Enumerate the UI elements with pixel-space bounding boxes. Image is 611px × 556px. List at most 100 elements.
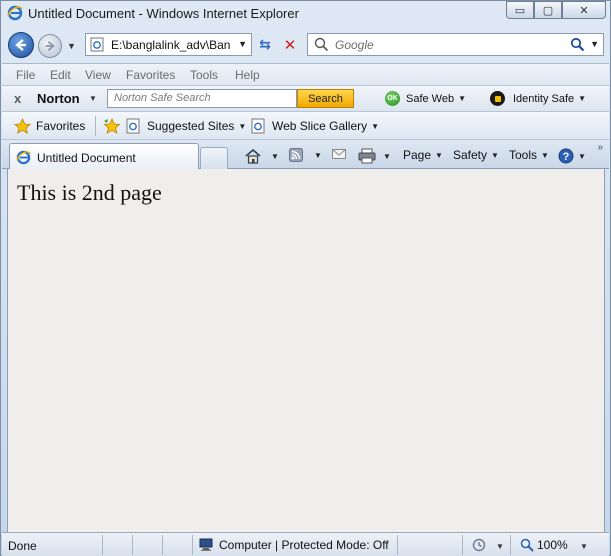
popup-blocker-button[interactable] <box>471 538 487 552</box>
read-mail-button[interactable] <box>332 148 346 160</box>
chevron-down-icon: ▼ <box>238 121 247 131</box>
new-tab-button[interactable] <box>200 147 228 170</box>
safety-menu-label: Safety <box>453 148 488 162</box>
zoom-icon <box>520 538 534 552</box>
zoom-dropdown[interactable]: ▼ <box>580 542 588 551</box>
web-slice-gallery-label: Web Slice Gallery <box>272 119 368 133</box>
chevron-down-icon: ▼ <box>271 152 279 161</box>
tools-menu-button[interactable]: Tools ▼ <box>509 148 549 162</box>
svg-text:?: ? <box>563 151 570 163</box>
tab-label: Untitled Document <box>37 151 136 165</box>
identity-safe-button[interactable]: Identity Safe ▼ <box>490 91 586 106</box>
address-dropdown[interactable]: ▼ <box>238 39 247 49</box>
page-icon <box>126 118 140 134</box>
chevron-down-icon: ▼ <box>578 94 587 103</box>
back-button[interactable] <box>8 32 34 58</box>
computer-icon <box>199 538 213 551</box>
minimize-button[interactable]: ▭ <box>506 1 534 19</box>
stop-button[interactable]: ✕ <box>281 36 299 54</box>
menu-help[interactable]: Help <box>235 68 260 82</box>
ie-logo-icon <box>16 150 31 165</box>
add-to-favorites-bar-button[interactable] <box>103 118 121 134</box>
close-button[interactable]: ✕ <box>562 1 606 19</box>
address-row: ▼ E:\banglalink_adv\Ban ▼ ⇆ ✕ Google ▼ <box>1 27 610 63</box>
menu-tools[interactable]: Tools <box>190 68 218 82</box>
popup-dropdown[interactable]: ▼ <box>496 542 504 551</box>
print-icon <box>358 148 376 164</box>
favorites-separator <box>95 116 96 136</box>
refresh-button[interactable]: ⇆ <box>256 36 274 54</box>
stop-icon: ✕ <box>283 37 297 54</box>
status-text: Done <box>8 539 37 553</box>
search-options-dropdown[interactable]: ▼ <box>590 39 599 49</box>
norton-toolbar: x Norton ▼ Norton Safe Search Search OK … <box>2 85 609 111</box>
status-separator <box>102 535 103 555</box>
forward-button[interactable] <box>38 34 62 58</box>
search-provider-icon <box>314 37 329 52</box>
menu-bar: File Edit View Favorites Tools Help <box>2 63 609 85</box>
favorites-button[interactable]: Favorites <box>14 118 85 134</box>
search-bar[interactable]: Google ▼ <box>307 33 604 56</box>
maximize-button[interactable]: ▢ <box>534 1 562 19</box>
norton-search-input[interactable]: Norton Safe Search <box>107 89 297 108</box>
recent-pages-dropdown[interactable]: ▼ <box>67 41 76 51</box>
help-button[interactable]: ? ▼ <box>558 148 586 164</box>
norton-close-button[interactable]: x <box>14 91 21 106</box>
favorites-bar: Favorites Suggested Sites ▼ Web Slice Ga… <box>2 111 609 139</box>
zoom-button[interactable]: 100% <box>520 538 568 552</box>
chevron-down-icon: ▼ <box>435 150 443 160</box>
norton-search-button[interactable]: Search <box>297 89 354 108</box>
minimize-icon: ▭ <box>514 4 526 17</box>
status-separator <box>462 535 463 555</box>
status-separator <box>192 535 193 555</box>
address-url[interactable]: E:\banglalink_adv\Ban <box>111 38 233 52</box>
menu-favorites[interactable]: Favorites <box>126 68 175 82</box>
chevron-down-icon: ▼ <box>578 151 586 161</box>
search-icon[interactable] <box>570 37 585 52</box>
favorites-star-icon <box>14 118 31 134</box>
tab-untitled-document[interactable]: Untitled Document <box>9 143 199 170</box>
safe-web-button[interactable]: OK Safe Web ▼ <box>385 91 466 106</box>
safety-menu-button[interactable]: Safety ▼ <box>453 148 499 162</box>
arrow-icon <box>472 538 486 552</box>
window-controls: ▭ ▢ ✕ <box>506 1 606 19</box>
address-bar[interactable]: E:\banglalink_adv\Ban ▼ <box>85 33 252 56</box>
norton-search-placeholder: Norton Safe Search <box>114 92 211 104</box>
menu-edit[interactable]: Edit <box>50 68 71 82</box>
page-menu-button[interactable]: Page ▼ <box>403 148 443 162</box>
close-icon: ✕ <box>579 4 589 17</box>
more-commands-icon[interactable]: » <box>597 142 603 153</box>
page-icon <box>251 118 265 134</box>
suggested-sites-link[interactable]: Suggested Sites ▼ <box>126 118 246 134</box>
chevron-down-icon: ▼ <box>458 94 467 103</box>
page-menu-label: Page <box>403 148 432 162</box>
web-slice-gallery-link[interactable]: Web Slice Gallery ▼ <box>251 118 379 134</box>
mail-icon <box>332 149 346 159</box>
security-zone-label: Computer | Protected Mode: Off <box>219 538 389 552</box>
help-icon: ? <box>558 148 574 164</box>
page-icon <box>90 37 104 52</box>
page-content: This is 2nd page <box>7 169 605 532</box>
print-button[interactable]: ▼ <box>358 148 391 164</box>
feeds-button[interactable]: ▼ <box>289 148 322 162</box>
security-zone[interactable]: Computer | Protected Mode: Off <box>199 538 389 552</box>
ok-icon: OK <box>385 91 400 106</box>
zoom-level: 100% <box>537 538 568 552</box>
menu-view[interactable]: View <box>85 68 111 82</box>
ie-logo-icon <box>7 5 23 21</box>
status-separator <box>510 535 511 555</box>
norton-logo[interactable]: Norton <box>37 91 80 106</box>
lock-icon <box>490 91 505 106</box>
norton-menu-dropdown[interactable]: ▼ <box>89 94 97 103</box>
add-favorite-icon <box>103 118 121 134</box>
ie-window: Untitled Document - Windows Internet Exp… <box>0 0 611 556</box>
status-separator <box>397 535 398 555</box>
home-button[interactable]: ▼ <box>244 148 279 165</box>
favorites-label: Favorites <box>36 119 86 133</box>
status-separator <box>132 535 133 555</box>
menu-file[interactable]: File <box>16 68 35 82</box>
home-icon <box>245 148 261 164</box>
rss-icon <box>289 148 303 162</box>
title-bar: Untitled Document - Windows Internet Exp… <box>1 1 610 27</box>
chevron-down-icon: ▼ <box>383 151 391 161</box>
